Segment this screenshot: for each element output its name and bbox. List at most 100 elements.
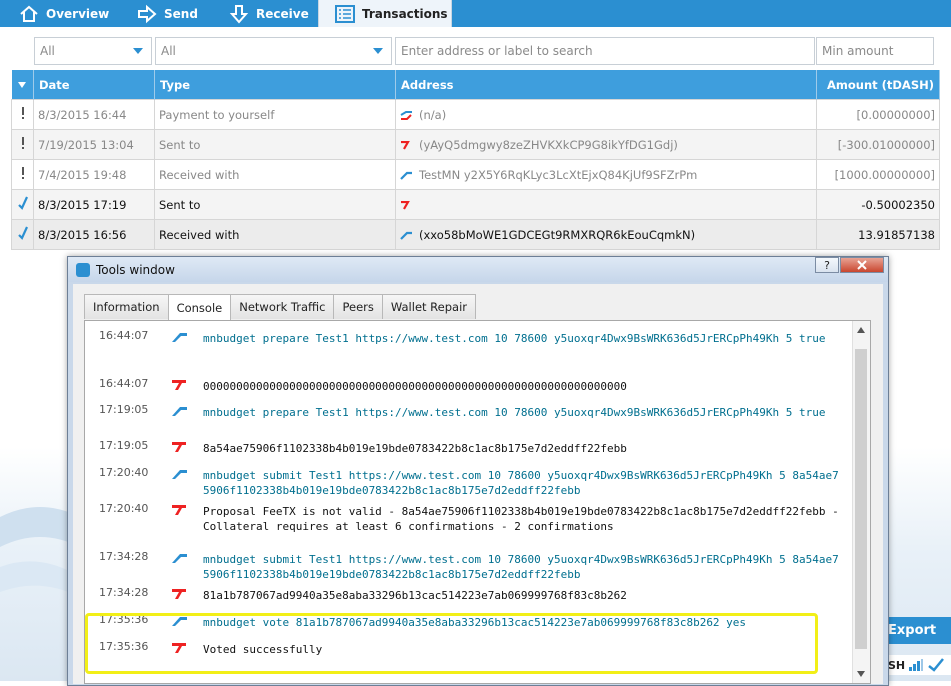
console-timestamp: 17:34:28 xyxy=(99,586,149,599)
dash-logo-icon xyxy=(76,262,90,277)
console-timestamp: 17:19:05 xyxy=(99,439,149,452)
close-icon xyxy=(857,260,867,270)
min-amount-placeholder: Min amount xyxy=(822,44,894,58)
console-message: 81a1b787067ad9940a35e8aba33296b13cac5142… xyxy=(203,589,627,602)
address-cell xyxy=(395,189,817,220)
date-cell: 7/19/2015 13:04 xyxy=(33,129,155,160)
date-column-header[interactable]: Date xyxy=(33,70,155,100)
table-header-row: Date Type Address Amount (tDASH) xyxy=(11,70,940,100)
reply-arrow-icon xyxy=(172,380,186,390)
received-arrow-icon xyxy=(400,231,412,240)
console-message: mnbudget submit Test1 https://www.test.c… xyxy=(203,553,839,581)
tab-network-traffic[interactable]: Network Traffic xyxy=(230,294,335,319)
table-row[interactable]: 7/19/2015 13:04 Sent to (yAyQ5dmgwy8zeZHVK… xyxy=(11,129,940,160)
table-row[interactable]: 8/3/2015 17:19 Sent to -0.50002350 xyxy=(11,189,940,220)
type-cell: Received with xyxy=(154,159,396,190)
tab-information[interactable]: Information xyxy=(84,294,169,319)
table-row[interactable]: 8/3/2015 16:56 Received with (xxo58bMoWE1G… xyxy=(11,219,940,250)
reply-arrow-icon xyxy=(172,589,186,599)
help-button[interactable]: ? xyxy=(815,257,839,273)
status-bar: SH xyxy=(888,655,951,675)
console-message: mnbudget submit Test1 https://www.test.c… xyxy=(203,469,839,497)
help-label: ? xyxy=(824,258,830,272)
address-cell: (yAyQ5dmgwy8zeZHVKXkCP9G8ikYfDG1Gdj) xyxy=(395,129,817,160)
console-timestamp: 16:44:07 xyxy=(99,377,149,390)
date-filter-value: All xyxy=(40,44,55,58)
console-timestamp: 17:19:05 xyxy=(99,403,149,416)
signal-bars-icon xyxy=(909,659,924,671)
address-cell: TestMN y2X5Y6RqKLyc3LcXtEjxQ84KjUf9SFZrP… xyxy=(395,159,817,190)
console-timestamp: 16:44:07 xyxy=(99,329,149,342)
type-cell: Payment to yourself xyxy=(154,99,396,130)
console-timestamp: 17:20:40 xyxy=(99,466,149,479)
chevron-down-icon xyxy=(133,48,143,54)
amount-cell: [1000.00000000] xyxy=(816,159,940,190)
amount-column-header[interactable]: Amount (tDASH) xyxy=(816,70,940,100)
sent-arrow-icon xyxy=(401,200,410,210)
table-row[interactable]: 8/3/2015 16:44 Payment to yourself (n/a) [0… xyxy=(11,99,940,130)
tab-overview-label: Overview xyxy=(46,6,110,21)
home-icon xyxy=(20,5,38,22)
tools-tab-bar: Information Console Network Traffic Peer… xyxy=(84,294,477,320)
scroll-down-icon[interactable] xyxy=(857,671,865,677)
type-cell: Received with xyxy=(154,219,396,250)
tab-console[interactable]: Console xyxy=(167,294,232,320)
table-row[interactable]: 7/4/2015 19:48 Received with TestMN y2X5Y6… xyxy=(11,159,940,190)
address-search-input[interactable]: Enter address or label to search xyxy=(395,37,815,65)
tab-peers[interactable]: Peers xyxy=(333,294,383,319)
amount-cell: 13.91857138 xyxy=(816,219,940,250)
export-button[interactable]: Export xyxy=(888,617,951,644)
tools-window-title: Tools window xyxy=(96,262,175,277)
tab-transactions-label: Transactions xyxy=(362,6,448,21)
date-cell: 8/3/2015 17:19 xyxy=(33,189,155,220)
status-cell xyxy=(11,159,34,190)
amount-cell: [-300.01000000] xyxy=(816,129,940,160)
tab-receive[interactable]: Receive xyxy=(228,0,309,27)
scroll-up-icon[interactable] xyxy=(857,327,865,333)
console-message: 0000000000000000000000000000000000000000… xyxy=(203,380,627,393)
address-column-header[interactable]: Address xyxy=(395,70,817,100)
date-filter-select[interactable]: All xyxy=(34,37,152,65)
list-icon xyxy=(335,4,355,23)
address-cell: (n/a) xyxy=(395,99,817,130)
console-scrollbar[interactable] xyxy=(852,321,870,683)
console-message: 8a54ae75906f1102338b4b019e19bde0783422b8… xyxy=(203,442,627,455)
status-cell xyxy=(11,189,34,220)
transactions-table: Date Type Address Amount (tDASH) 8/3/201… xyxy=(11,70,940,250)
scrollbar-thumb[interactable] xyxy=(855,349,867,649)
received-arrow-icon xyxy=(400,171,412,180)
date-cell: 7/4/2015 19:48 xyxy=(33,159,155,190)
confirmed-check-icon xyxy=(17,226,28,240)
type-filter-value: All xyxy=(161,44,176,58)
status-cell xyxy=(11,219,34,250)
confirmed-check-icon xyxy=(17,196,28,210)
command-arrow-icon xyxy=(172,554,187,563)
console-message: Proposal FeeTX is not valid - 8a54ae7590… xyxy=(203,505,846,533)
type-filter-select[interactable]: All xyxy=(155,37,392,65)
tab-send[interactable]: Send xyxy=(136,0,198,27)
type-column-header[interactable]: Type xyxy=(154,70,396,100)
status-column-header[interactable] xyxy=(11,70,34,100)
tools-window-titlebar[interactable]: Tools window ? xyxy=(68,257,888,282)
address-cell: (xxo58bMoWE1GDCEGt9RMXRQR6kEouCqmkN) xyxy=(395,219,817,250)
synced-check-icon xyxy=(928,658,945,672)
address-text: TestMN y2X5Y6RqKLyc3LcXtEjxQ84KjUf9SFZrP… xyxy=(419,167,698,182)
transactions-table-body: 8/3/2015 16:44 Payment to yourself (n/a) [0… xyxy=(11,99,940,250)
unit-fragment: SH xyxy=(888,658,906,672)
top-nav: Overview Send Receive Transactions xyxy=(0,0,951,27)
tab-transactions[interactable]: Transactions xyxy=(318,0,452,27)
command-arrow-icon xyxy=(172,333,187,342)
tab-overview[interactable]: Overview xyxy=(18,0,109,27)
close-button[interactable] xyxy=(840,257,884,273)
min-amount-input[interactable]: Min amount xyxy=(816,37,934,65)
unconfirmed-exclamation-icon xyxy=(21,107,24,119)
unconfirmed-exclamation-icon xyxy=(21,137,24,149)
sort-arrow-icon xyxy=(18,81,27,88)
unconfirmed-exclamation-icon xyxy=(21,167,24,179)
export-label: Export xyxy=(888,623,937,638)
console-message: mnbudget prepare Test1 https://www.test.… xyxy=(203,332,826,345)
reply-arrow-icon xyxy=(172,442,186,452)
type-cell: Sent to xyxy=(154,129,396,160)
tab-wallet-repair[interactable]: Wallet Repair xyxy=(381,294,477,319)
tab-send-label: Send xyxy=(164,6,198,21)
